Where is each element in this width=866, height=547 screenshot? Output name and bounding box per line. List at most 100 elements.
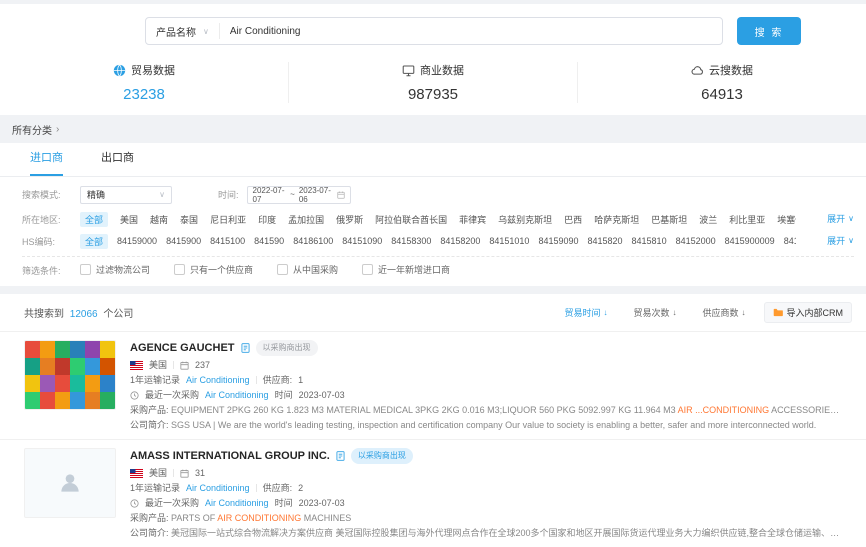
buyer-role-tag[interactable]: 以采购商出现 bbox=[256, 340, 318, 356]
region-chip[interactable]: 波兰 bbox=[699, 213, 717, 226]
company-report-icon[interactable] bbox=[241, 343, 250, 353]
search-input[interactable] bbox=[220, 26, 722, 37]
stat-trade-data[interactable]: 贸易数据 23238 bbox=[0, 62, 288, 103]
search-category-dropdown[interactable]: 产品名称 ∨ bbox=[146, 23, 220, 39]
search-button[interactable]: 搜 索 bbox=[737, 17, 801, 45]
condition-checkbox-item[interactable]: 只有一个供应商 bbox=[174, 263, 253, 276]
checkbox-icon[interactable] bbox=[80, 264, 91, 275]
company-photo[interactable] bbox=[24, 340, 116, 410]
checkbox-icon[interactable] bbox=[277, 264, 288, 275]
company-name-link[interactable]: AGENCE GAUCHET bbox=[130, 342, 235, 354]
recent-mid: 时间 bbox=[275, 498, 293, 509]
company-name-link[interactable]: AMASS INTERNATIONAL GROUP INC. bbox=[130, 450, 330, 462]
sort-trade-time[interactable]: 贸易时间 ↓ bbox=[564, 306, 607, 319]
region-chip[interactable]: 巴基斯坦 bbox=[651, 213, 687, 226]
trade-count: 31 bbox=[195, 468, 205, 479]
clock-icon bbox=[130, 499, 139, 508]
hs-code-chip[interactable]: 84158200 bbox=[440, 236, 480, 246]
divider bbox=[173, 361, 174, 369]
hs-code-chip[interactable]: 8415100 bbox=[210, 236, 245, 246]
region-label: 所在地区: bbox=[22, 213, 80, 226]
recent-product-link[interactable]: Air Conditioning bbox=[205, 498, 269, 509]
products-after: ACCESSORIES 3PKG 41 KG 0.235 M3 ELECTRIC… bbox=[769, 405, 842, 415]
region-chip[interactable]: 越南 bbox=[150, 213, 168, 226]
date-separator: ~ bbox=[290, 190, 295, 199]
hs-code-chip[interactable]: 84152000 bbox=[676, 236, 716, 246]
hs-code-chip-list: 全部 84159000 8415900 8415100 841590 84186100 84… bbox=[80, 234, 796, 249]
condition-checkbox-item[interactable]: 过滤物流公司 bbox=[80, 263, 150, 276]
region-chip[interactable]: 泰国 bbox=[180, 213, 198, 226]
company-report-icon[interactable] bbox=[336, 451, 345, 461]
region-chip[interactable]: 尼日利亚 bbox=[210, 213, 246, 226]
importer-exporter-tabs: 进口商 出口商 bbox=[0, 143, 866, 177]
hs-code-chip[interactable]: 84159090 bbox=[538, 236, 578, 246]
hs-code-chip[interactable]: 8415900009 bbox=[725, 236, 775, 246]
folder-icon bbox=[773, 308, 783, 317]
hs-code-chip[interactable]: 84186100 bbox=[293, 236, 333, 246]
buyer-role-tag[interactable]: 以采购商出现 bbox=[351, 448, 413, 464]
hs-code-chip[interactable]: 84159000 bbox=[117, 236, 157, 246]
hs-code-chip[interactable]: 84151090 bbox=[342, 236, 382, 246]
checkbox-icon[interactable] bbox=[174, 264, 185, 275]
tab-importers[interactable]: 进口商 bbox=[30, 149, 63, 176]
search-mode-select[interactable]: 精确 ∨ bbox=[80, 186, 172, 204]
date-range-picker[interactable]: 2022-07-07 ~ 2023-07-06 bbox=[247, 186, 351, 204]
results-summary: 共搜索到 12066 个公司 bbox=[24, 305, 133, 320]
region-chip[interactable]: 美国 bbox=[120, 213, 138, 226]
region-chip[interactable]: 全部 bbox=[80, 212, 108, 227]
hs-code-chip[interactable]: 8415810 bbox=[632, 236, 667, 246]
desc-label: 公司简介: bbox=[130, 528, 169, 538]
arrow-down-icon: ↓ bbox=[672, 308, 676, 317]
sort-trade-count[interactable]: 贸易次数 ↓ bbox=[633, 306, 676, 319]
region-chip[interactable]: 乌兹别克斯坦 bbox=[498, 213, 552, 226]
chevron-right-icon: › bbox=[56, 124, 59, 135]
hs-code-chip[interactable]: 8415900 bbox=[166, 236, 201, 246]
region-chip[interactable]: 埃塞俄比亚 bbox=[777, 213, 796, 226]
region-chip-list: 全部美国越南泰国尼日利亚印度孟加拉国俄罗斯阿拉伯联合酋长国菲律宾乌兹别克斯坦巴西… bbox=[80, 212, 796, 227]
products-label: 采购产品: bbox=[130, 405, 169, 415]
region-chip[interactable]: 阿拉伯联合酋长国 bbox=[375, 213, 447, 226]
checkbox-icon[interactable] bbox=[362, 264, 373, 275]
import-crm-button[interactable]: 导入内部CRM bbox=[764, 302, 853, 323]
region-chip[interactable]: 哈萨克斯坦 bbox=[594, 213, 639, 226]
company-country: 美国 bbox=[149, 468, 167, 479]
sort-supplier-count[interactable]: 供应商数 ↓ bbox=[702, 306, 745, 319]
hs-code-chip[interactable]: 84151010 bbox=[489, 236, 529, 246]
company-info: AGENCE GAUCHET 以采购商出现 美国 237 1年运输记录 bbox=[130, 340, 842, 431]
search-input-group: 产品名称 ∨ bbox=[145, 17, 723, 45]
chevron-down-icon: ∨ bbox=[203, 27, 209, 36]
business-monitor-icon bbox=[402, 64, 415, 77]
region-chip[interactable]: 巴西 bbox=[564, 213, 582, 226]
tab-exporters[interactable]: 出口商 bbox=[101, 149, 134, 176]
region-chip[interactable]: 菲律宾 bbox=[459, 213, 486, 226]
calendar-icon bbox=[180, 361, 189, 370]
chevron-down-icon: ∨ bbox=[848, 236, 854, 245]
hs-code-chip[interactable]: 8415820 bbox=[587, 236, 622, 246]
stat-cloud-search-data[interactable]: 云搜数据 64913 bbox=[577, 62, 866, 103]
hs-code-chip[interactable]: 84159019 bbox=[784, 236, 796, 246]
company-photo-placeholder[interactable] bbox=[24, 448, 116, 518]
chevron-down-icon: ∨ bbox=[848, 214, 854, 223]
hs-code-chip[interactable]: 84158300 bbox=[391, 236, 431, 246]
condition-checkbox-item[interactable]: 从中国采购 bbox=[277, 263, 338, 276]
desc-label: 公司简介: bbox=[130, 420, 169, 430]
hs-code-chip[interactable]: 全部 bbox=[80, 234, 108, 249]
region-filter-row: 所在地区: 全部美国越南泰国尼日利亚印度孟加拉国俄罗斯阿拉伯联合酋长国菲律宾乌兹… bbox=[0, 212, 866, 227]
condition-checkbox-item[interactable]: 近一年新增进口商 bbox=[362, 263, 450, 276]
match-product-link[interactable]: Air Conditioning bbox=[186, 375, 250, 386]
match-product-link[interactable]: Air Conditioning bbox=[186, 483, 250, 494]
region-chip[interactable]: 利比里亚 bbox=[729, 213, 765, 226]
expand-hs-codes-link[interactable]: 展开 ∨ bbox=[822, 234, 854, 247]
region-chip[interactable]: 孟加拉国 bbox=[288, 213, 324, 226]
calendar-icon bbox=[180, 469, 189, 478]
products-before: PARTS OF bbox=[171, 513, 217, 523]
recent-purchase-row: 最近一次采购 Air Conditioning 时间 2023-07-03 bbox=[130, 390, 842, 401]
region-chip[interactable]: 俄罗斯 bbox=[336, 213, 363, 226]
all-categories-link[interactable]: 所有分类 › bbox=[0, 115, 866, 143]
products-row: 采购产品: PARTS OF AIR CONDITIONING MACHINES bbox=[130, 513, 842, 524]
hs-code-chip[interactable]: 841590 bbox=[254, 236, 284, 246]
recent-product-link[interactable]: Air Conditioning bbox=[205, 390, 269, 401]
stat-business-data[interactable]: 商业数据 987935 bbox=[288, 62, 577, 103]
region-chip[interactable]: 印度 bbox=[258, 213, 276, 226]
expand-regions-link[interactable]: 展开 ∨ bbox=[822, 212, 854, 225]
